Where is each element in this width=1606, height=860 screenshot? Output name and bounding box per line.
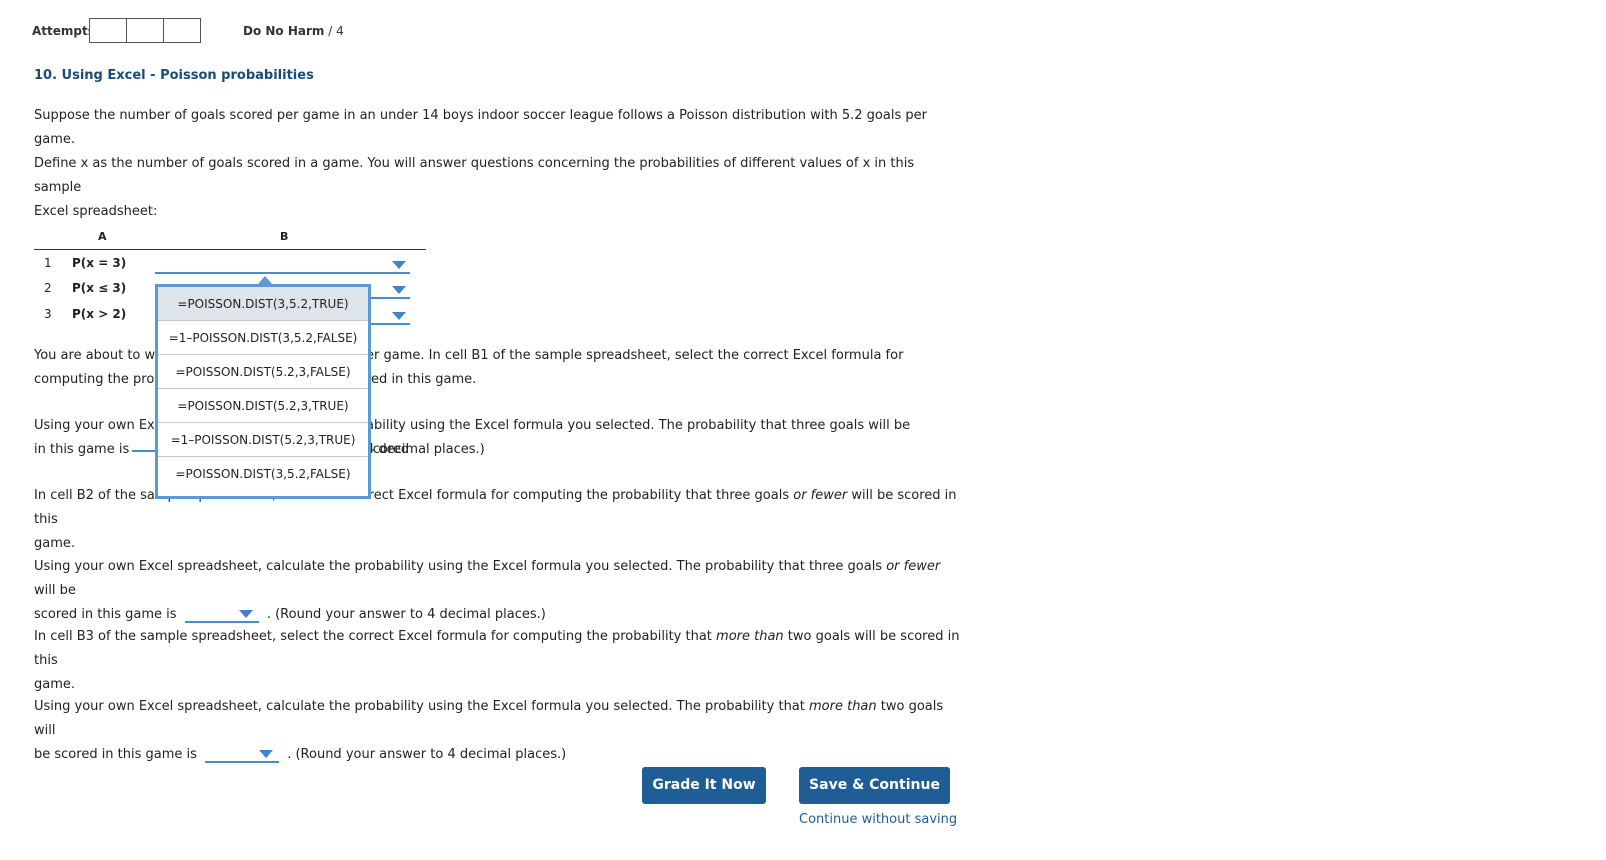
intro-line-3: Excel spreadsheet:	[34, 204, 158, 219]
continue-without-saving-link[interactable]: Continue without saving	[799, 812, 957, 827]
p2-line2-left: in this game is	[34, 442, 130, 457]
column-b-header: B	[280, 230, 289, 243]
p4-text-c: scored in this game is	[34, 607, 177, 622]
row-label-1: P(x = 3)	[72, 256, 127, 270]
p2-line2-right: 4 decimal places.)	[366, 442, 485, 457]
cell-b1-select[interactable]	[155, 256, 410, 274]
intro-line-2: Define x as the number of goals scored i…	[34, 156, 915, 195]
intro-line-1: Suppose the number of goals scored per g…	[34, 108, 927, 147]
answer-b3-select[interactable]	[205, 747, 280, 763]
dropdown-option[interactable]: =1–POISSON.DIST(3,5.2,FALSE)	[158, 321, 368, 355]
save-and-continue-button[interactable]: Save & Continue	[799, 767, 950, 804]
p5-text-c: game.	[34, 677, 76, 692]
p1-line2-left: computing the prob	[34, 372, 163, 387]
p3-text-a: In cell B2 of the sample spreadsheet, se…	[34, 488, 794, 503]
dropdown-option[interactable]: =POISSON.DIST(3,5.2,TRUE)	[158, 287, 368, 321]
p3-text-c: game.	[34, 536, 76, 551]
attempts-label: Attempts	[32, 24, 95, 38]
p4-emphasis: or fewer	[886, 559, 941, 574]
dropdown-option[interactable]: =POISSON.DIST(3,5.2,FALSE)	[158, 457, 368, 491]
dropdown-option[interactable]: =POISSON.DIST(5.2,3,TRUE)	[158, 389, 368, 423]
harm-label: Do No Harm	[243, 24, 325, 38]
row-label-2: P(x ≤ 3)	[72, 281, 127, 295]
chevron-down-icon	[259, 749, 274, 758]
harm-sep: /	[328, 24, 333, 38]
attempt-box-3	[163, 18, 201, 43]
dropdown-pointer	[258, 276, 272, 284]
chevron-down-icon	[238, 609, 253, 618]
row-label-3: P(x > 2)	[72, 307, 127, 321]
p6-text-d: . (Round your answer to 4 decimal places…	[287, 747, 567, 762]
sheet-divider	[34, 249, 426, 250]
p6-text-a: Using your own Excel spreadsheet, calcul…	[34, 699, 809, 714]
harm-value: 4	[336, 24, 344, 38]
paragraph-b2-answer: Using your own Excel spreadsheet, calcul…	[34, 555, 964, 627]
p4-text-b: will be	[34, 583, 76, 598]
question-title: 10. Using Excel - Poisson probabilities	[34, 68, 314, 83]
question-intro: Suppose the number of goals scored per g…	[34, 104, 964, 224]
p1-line1-left: You are about to w	[34, 348, 156, 363]
grade-it-now-button[interactable]: Grade It Now	[642, 767, 766, 804]
p3-emphasis: or fewer	[793, 488, 848, 503]
dropdown-option[interactable]: =1–POISSON.DIST(5.2,3,TRUE)	[158, 423, 368, 457]
paragraph-b3-instructions: In cell B3 of the sample spreadsheet, se…	[34, 625, 964, 697]
p5-emphasis: more than	[716, 629, 784, 644]
attempt-box-2	[126, 18, 164, 43]
chevron-down-icon	[392, 312, 406, 320]
p1-line2-right: red in this game.	[366, 372, 477, 387]
p4-text-a: Using your own Excel spreadsheet, calcul…	[34, 559, 887, 574]
chevron-down-icon	[392, 286, 406, 294]
row-number-3: 3	[44, 307, 52, 321]
chevron-down-icon	[392, 261, 406, 269]
column-a-header: A	[98, 230, 107, 243]
do-no-harm-score: Do No Harm / 4	[243, 24, 344, 38]
attempt-box-1	[89, 18, 127, 43]
answer-b2-select[interactable]	[184, 607, 259, 623]
p4-text-d: . (Round your answer to 4 decimal places…	[266, 607, 546, 622]
p6-emphasis: more than	[809, 699, 877, 714]
p1-line1-right: er game. In cell B1 of the sample spread…	[366, 348, 904, 363]
row-number-2: 2	[44, 281, 52, 295]
p6-text-c: be scored in this game is	[34, 747, 197, 762]
formula-dropdown-list[interactable]: =POISSON.DIST(3,5.2,TRUE) =1–POISSON.DIS…	[155, 284, 371, 499]
dropdown-option[interactable]: =POISSON.DIST(5.2,3,FALSE)	[158, 355, 368, 389]
row-number-1: 1	[44, 256, 52, 270]
p2-line1-left: Using your own Exc	[34, 418, 162, 433]
paragraph-b3-answer: Using your own Excel spreadsheet, calcul…	[34, 695, 964, 767]
p5-text-a: In cell B3 of the sample spreadsheet, se…	[34, 629, 717, 644]
